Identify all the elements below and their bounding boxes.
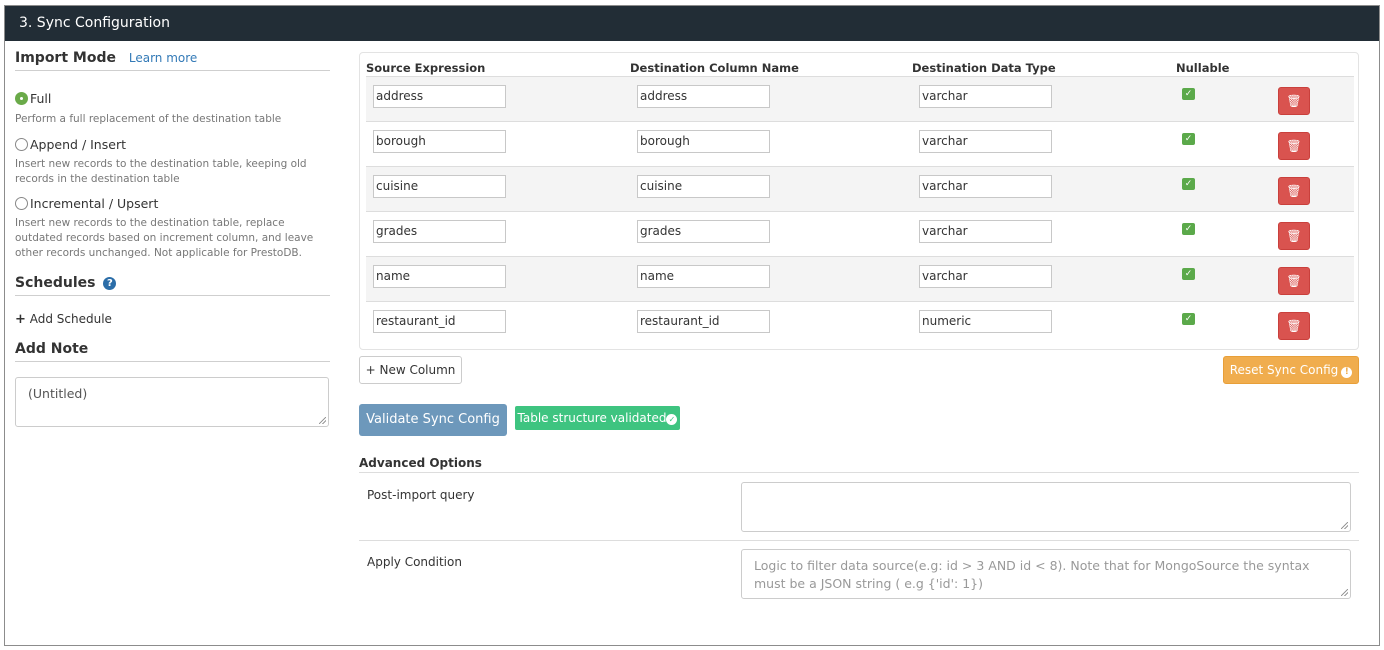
- apply-condition-label: Apply Condition: [367, 555, 462, 569]
- plus-icon: +: [15, 312, 26, 327]
- resize-handle-icon[interactable]: [1341, 522, 1348, 529]
- source-expression-input[interactable]: address: [373, 85, 506, 108]
- import-mode-option-incremental[interactable]: Incremental / Upsert: [15, 195, 330, 211]
- new-column-button[interactable]: + New Column: [359, 356, 462, 384]
- import-mode-option-append[interactable]: Append / Insert: [15, 136, 330, 152]
- table-row: cuisine cuisine varchar ✓ 🗑: [366, 166, 1354, 211]
- apply-condition-placeholder: Logic to filter data source(e.g: id > 3 …: [754, 558, 1310, 591]
- add-schedule-label: Add Schedule: [29, 312, 112, 326]
- source-expression-input[interactable]: grades: [373, 220, 506, 243]
- note-input[interactable]: (Untitled): [15, 377, 329, 427]
- question-circle-icon[interactable]: ?: [103, 277, 117, 290]
- post-import-query-label: Post-import query: [367, 488, 475, 502]
- table-row: restaurant_id restaurant_id numeric ✓ 🗑: [366, 301, 1354, 346]
- header-destination-column-name: Destination Column Name: [630, 61, 799, 75]
- left-column: Import Mode Learn more Full Perform a fu…: [15, 50, 330, 427]
- destination-type-input[interactable]: varchar: [919, 85, 1052, 108]
- header-destination-data-type: Destination Data Type: [912, 61, 1056, 75]
- source-expression-input[interactable]: cuisine: [373, 175, 506, 198]
- destination-type-input[interactable]: varchar: [919, 130, 1052, 153]
- delete-row-button[interactable]: 🗑: [1278, 177, 1310, 205]
- note-value: (Untitled): [28, 386, 88, 401]
- header-source-expression: Source Expression: [366, 61, 486, 75]
- resize-handle-icon[interactable]: [319, 417, 326, 424]
- radio-append-description: Insert new records to the destination ta…: [15, 158, 307, 185]
- trash-icon: 🗑: [1286, 184, 1302, 198]
- destination-type-input[interactable]: varchar: [919, 220, 1052, 243]
- trash-icon: 🗑: [1286, 139, 1302, 153]
- destination-column-input[interactable]: name: [637, 265, 770, 288]
- nullable-checkbox[interactable]: ✓: [1182, 88, 1195, 100]
- advanced-divider: [359, 540, 1359, 541]
- check-circle-icon: ✓: [666, 414, 678, 425]
- nullable-checkbox[interactable]: ✓: [1182, 313, 1195, 325]
- delete-row-button[interactable]: 🗑: [1278, 267, 1310, 295]
- delete-row-button[interactable]: 🗑: [1278, 312, 1310, 340]
- import-mode-title: Import Mode: [15, 50, 116, 66]
- learn-more-link[interactable]: Learn more: [129, 51, 197, 65]
- radio-append-label: Append / Insert: [30, 136, 126, 152]
- destination-column-input[interactable]: borough: [637, 130, 770, 153]
- radio-incremental-label: Incremental / Upsert: [30, 195, 159, 211]
- table-row: address address varchar ✓ 🗑: [366, 76, 1354, 121]
- radio-full-description: Perform a full replacement of the destin…: [15, 113, 282, 125]
- reset-sync-config-button[interactable]: Reset Sync Config!: [1223, 356, 1359, 384]
- delete-row-button[interactable]: 🗑: [1278, 87, 1310, 115]
- validate-sync-config-button[interactable]: Validate Sync Config: [359, 404, 507, 436]
- delete-row-button[interactable]: 🗑: [1278, 132, 1310, 160]
- add-note-title: Add Note: [15, 341, 89, 357]
- panel-title: 3. Sync Configuration: [5, 6, 1379, 41]
- destination-column-input[interactable]: cuisine: [637, 175, 770, 198]
- add-schedule-button[interactable]: + Add Schedule: [15, 312, 330, 327]
- radio-full-label: Full: [30, 90, 52, 106]
- table-row: grades grades varchar ✓ 🗑: [366, 211, 1354, 256]
- apply-condition-input[interactable]: Logic to filter data source(e.g: id > 3 …: [741, 549, 1351, 599]
- columns-table: Source Expression Destination Column Nam…: [359, 52, 1359, 350]
- source-expression-input[interactable]: restaurant_id: [373, 310, 506, 333]
- radio-append[interactable]: [15, 137, 28, 151]
- destination-column-input[interactable]: restaurant_id: [637, 310, 770, 333]
- resize-handle-icon[interactable]: [1341, 589, 1348, 596]
- trash-icon: 🗑: [1286, 229, 1302, 243]
- validation-status-badge: Table structure validated ✓: [515, 406, 680, 430]
- exclamation-circle-icon: !: [1341, 367, 1353, 378]
- post-import-query-input[interactable]: [741, 482, 1351, 532]
- destination-column-input[interactable]: address: [637, 85, 770, 108]
- import-mode-option-full[interactable]: Full: [15, 90, 330, 106]
- reset-sync-config-label: Reset Sync Config: [1229, 363, 1339, 377]
- advanced-options-heading: Advanced Options: [359, 456, 1359, 473]
- nullable-checkbox[interactable]: ✓: [1182, 223, 1195, 235]
- nullable-checkbox[interactable]: ✓: [1182, 133, 1195, 145]
- import-mode-heading: Import Mode Learn more: [15, 50, 330, 71]
- table-body: address address varchar ✓ 🗑 borough boro…: [366, 76, 1354, 346]
- trash-icon: 🗑: [1286, 94, 1302, 108]
- nullable-checkbox[interactable]: ✓: [1182, 268, 1195, 280]
- radio-incremental-description: Insert new records to the destination ta…: [15, 217, 314, 259]
- destination-type-input[interactable]: varchar: [919, 175, 1052, 198]
- radio-incremental[interactable]: [15, 196, 28, 210]
- destination-type-input[interactable]: varchar: [919, 265, 1052, 288]
- table-row: borough borough varchar ✓ 🗑: [366, 121, 1354, 166]
- nullable-checkbox[interactable]: ✓: [1182, 178, 1195, 190]
- header-nullable: Nullable: [1176, 61, 1230, 75]
- validation-status-text: Table structure validated: [517, 411, 667, 425]
- trash-icon: 🗑: [1286, 319, 1302, 333]
- source-expression-input[interactable]: borough: [373, 130, 506, 153]
- add-note-heading: Add Note: [15, 341, 330, 362]
- destination-type-input[interactable]: numeric: [919, 310, 1052, 333]
- schedules-heading: Schedules ?: [15, 275, 330, 296]
- trash-icon: 🗑: [1286, 274, 1302, 288]
- destination-column-input[interactable]: grades: [637, 220, 770, 243]
- table-row: name name varchar ✓ 🗑: [366, 256, 1354, 301]
- radio-full[interactable]: [15, 91, 28, 105]
- schedules-title: Schedules: [15, 275, 96, 291]
- source-expression-input[interactable]: name: [373, 265, 506, 288]
- delete-row-button[interactable]: 🗑: [1278, 222, 1310, 250]
